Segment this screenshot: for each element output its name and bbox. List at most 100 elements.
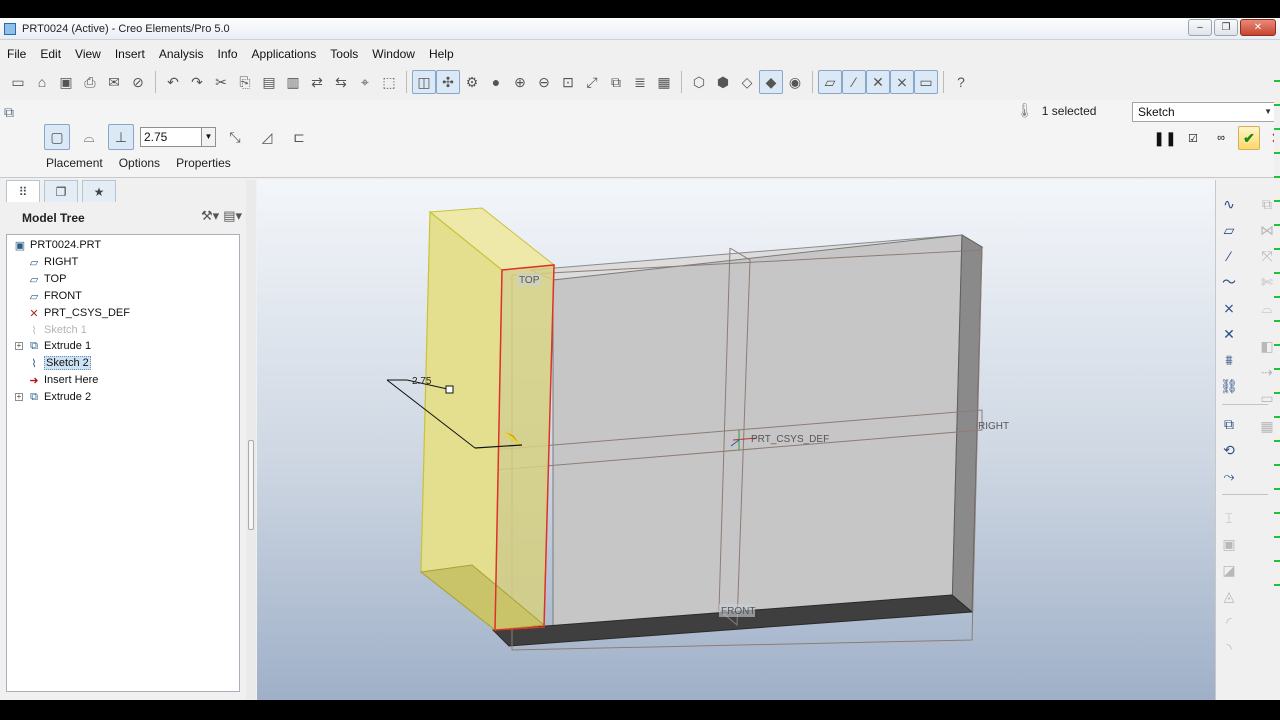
dimension-value[interactable]: 2.75 bbox=[412, 376, 432, 387]
regen-manager-icon[interactable]: ⇆ bbox=[329, 70, 353, 94]
restore-button[interactable]: ❐ bbox=[1214, 19, 1238, 36]
folder-browser-tab[interactable]: ❐ bbox=[44, 180, 78, 202]
extrude-tool-icon[interactable]: ⧉ bbox=[1218, 414, 1240, 434]
csys-tool-icon[interactable]: ✕ bbox=[1218, 324, 1240, 344]
tree-item-sketch-1[interactable]: ⌇ Sketch 1 bbox=[27, 322, 87, 338]
refit-icon[interactable]: ⊡ bbox=[556, 70, 580, 94]
shell-tool-icon[interactable]: ▣ bbox=[1218, 534, 1240, 554]
extrude-solid-icon[interactable]: ▢ bbox=[44, 124, 70, 150]
menu-file[interactable]: File bbox=[0, 44, 33, 64]
tree-item-extrude-2[interactable]: ⧉ Extrude 2 bbox=[27, 389, 91, 405]
close-button[interactable]: ✕ bbox=[1240, 19, 1276, 36]
glasses-preview-icon[interactable]: ∞ bbox=[1210, 126, 1232, 150]
tree-item-insert-here[interactable]: ➜ Insert Here bbox=[27, 372, 98, 388]
datum-curve-icon[interactable]: ∿ bbox=[1218, 194, 1240, 214]
regenerate-icon[interactable]: ⇄ bbox=[305, 70, 329, 94]
menu-window[interactable]: Window bbox=[365, 44, 422, 64]
expand-toggle[interactable]: + bbox=[15, 393, 23, 401]
print-icon[interactable]: ⎙ bbox=[78, 70, 102, 94]
axis-display-icon[interactable]: ⁄ bbox=[842, 70, 866, 94]
email-link-icon[interactable]: ⊘ bbox=[126, 70, 150, 94]
tree-item-top[interactable]: ▱ TOP bbox=[27, 271, 67, 287]
spin-center-icon[interactable]: ✣ bbox=[436, 70, 460, 94]
tab-options[interactable]: Options bbox=[119, 156, 160, 170]
tree-item-extrude-1[interactable]: ⧉ Extrude 1 bbox=[27, 338, 91, 354]
zoom-out-icon[interactable]: ⊖ bbox=[532, 70, 556, 94]
favorites-tab[interactable]: ★ bbox=[82, 180, 116, 202]
revolve-tool-icon[interactable]: ⟲ bbox=[1218, 440, 1240, 460]
draft-tool-icon[interactable]: ◬ bbox=[1218, 586, 1240, 606]
csys-display-icon[interactable]: ⨯ bbox=[890, 70, 914, 94]
hidden-line-icon[interactable]: ⬢ bbox=[711, 70, 735, 94]
rib-tool-icon[interactable]: ◪ bbox=[1218, 560, 1240, 580]
model-tree-tab[interactable]: ⠿ bbox=[6, 180, 40, 202]
cut-icon[interactable]: ✂ bbox=[209, 70, 233, 94]
extrude-surface-icon[interactable]: ⌓ bbox=[76, 124, 102, 150]
orient-mode-icon[interactable]: ⚙ bbox=[460, 70, 484, 94]
tree-item-csys[interactable]: ✕ PRT_CSYS_DEF bbox=[27, 305, 130, 321]
tree-item-part[interactable]: ▣ PRT0024.PRT bbox=[13, 237, 101, 253]
minimize-button[interactable]: – bbox=[1188, 19, 1212, 36]
selection-filter[interactable]: Sketch ▼ bbox=[1132, 102, 1276, 122]
paste-icon[interactable]: ▤ bbox=[257, 70, 281, 94]
chamfer-tool-icon[interactable]: ◝ bbox=[1218, 638, 1240, 658]
datum-point-icon[interactable]: ⨯ bbox=[1218, 298, 1240, 318]
save-icon[interactable]: ▣ bbox=[54, 70, 78, 94]
menu-applications[interactable]: Applications bbox=[245, 44, 324, 64]
saved-views-icon[interactable]: ⧉ bbox=[604, 70, 628, 94]
thicken-sketch-icon[interactable]: ⊏ bbox=[286, 124, 312, 150]
menu-tools[interactable]: Tools bbox=[323, 44, 365, 64]
tree-columns-icon[interactable]: ▤▾ bbox=[223, 208, 242, 224]
menu-view[interactable]: View bbox=[68, 44, 108, 64]
round-tool-icon[interactable]: ◜ bbox=[1218, 612, 1240, 632]
tree-item-right[interactable]: ▱ RIGHT bbox=[27, 254, 78, 270]
menu-edit[interactable]: Edit bbox=[33, 44, 68, 64]
reorient-icon[interactable]: ⤢ bbox=[580, 70, 604, 94]
pause-icon[interactable]: ❚❚ bbox=[1153, 126, 1176, 150]
chevron-down-icon[interactable]: ▼ bbox=[202, 127, 216, 147]
flip-direction-icon[interactable]: ⤡ bbox=[222, 124, 248, 150]
menu-analysis[interactable]: Analysis bbox=[152, 44, 211, 64]
tree-item-front[interactable]: ▱ FRONT bbox=[27, 288, 82, 304]
shading-icon[interactable]: ◆ bbox=[759, 70, 783, 94]
copy-icon[interactable]: ⎘ bbox=[233, 70, 257, 94]
open-file-icon[interactable]: ⌂ bbox=[30, 70, 54, 94]
redo-icon[interactable]: ↷ bbox=[185, 70, 209, 94]
sweep-tool-icon[interactable]: ⤳ bbox=[1218, 466, 1240, 486]
menu-insert[interactable]: Insert bbox=[108, 44, 152, 64]
tree-settings-icon[interactable]: ⚒▾ bbox=[201, 208, 219, 224]
appearance-icon[interactable]: ● bbox=[484, 70, 508, 94]
plane-display-icon[interactable]: ▱ bbox=[818, 70, 842, 94]
enhanced-realism-icon[interactable]: ◉ bbox=[783, 70, 807, 94]
undo-icon[interactable]: ↶ bbox=[161, 70, 185, 94]
new-file-icon[interactable]: ▭ bbox=[6, 70, 30, 94]
repaint-icon[interactable]: ◫ bbox=[412, 70, 436, 94]
graphics-viewport[interactable]: TOP RIGHT FRONT PRT_CSYS_DEF 2.75 bbox=[257, 180, 1215, 700]
find-icon[interactable]: ⌖ bbox=[353, 70, 377, 94]
select-box-icon[interactable]: ⬚ bbox=[377, 70, 401, 94]
zoom-in-icon[interactable]: ⊕ bbox=[508, 70, 532, 94]
wireframe-icon[interactable]: ⬡ bbox=[687, 70, 711, 94]
preview-checkbox[interactable]: ☑ bbox=[1182, 126, 1204, 150]
annotation-display-icon[interactable]: ▭ bbox=[914, 70, 938, 94]
datum-plane-tool-icon[interactable]: ▱ bbox=[1218, 220, 1240, 240]
datum-axis-icon[interactable]: ⁄ bbox=[1218, 246, 1240, 266]
expand-toggle[interactable]: + bbox=[15, 342, 23, 350]
remove-material-icon[interactable]: ◿ bbox=[254, 124, 280, 150]
menu-help[interactable]: Help bbox=[422, 44, 461, 64]
menu-info[interactable]: Info bbox=[211, 44, 245, 64]
paste-special-icon[interactable]: ▥ bbox=[281, 70, 305, 94]
chain-icon[interactable]: ⛓ bbox=[1218, 376, 1240, 396]
layers-icon[interactable]: ≣ bbox=[628, 70, 652, 94]
no-hidden-icon[interactable]: ◇ bbox=[735, 70, 759, 94]
panel-sash[interactable] bbox=[246, 180, 256, 700]
hole-tool-icon[interactable]: ⌶ bbox=[1218, 508, 1240, 528]
email-icon[interactable]: ✉ bbox=[102, 70, 126, 94]
drag-handle[interactable] bbox=[445, 385, 454, 394]
depth-option-icon[interactable]: ⊥ bbox=[108, 124, 134, 150]
analysis-feature-icon[interactable]: ⩩ bbox=[1218, 350, 1240, 370]
depth-value-input[interactable]: 2.75 bbox=[140, 127, 202, 147]
tab-placement[interactable]: Placement bbox=[46, 156, 103, 170]
context-help-icon[interactable]: ? bbox=[949, 70, 973, 94]
tab-properties[interactable]: Properties bbox=[176, 156, 231, 170]
